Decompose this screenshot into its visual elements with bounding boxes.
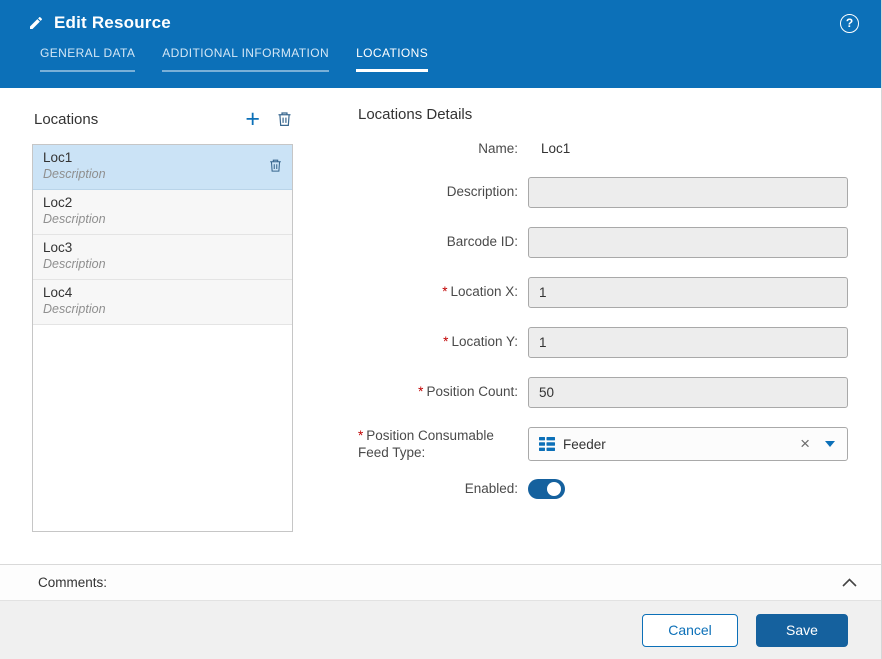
tab-general-data[interactable]: GENERAL DATA: [40, 46, 135, 72]
location-description: Description: [43, 212, 282, 226]
trash-icon: [276, 110, 293, 128]
location-description: Description: [43, 302, 282, 316]
locations-panel-title: Locations: [34, 111, 98, 128]
title-row: Edit Resource ?: [28, 13, 865, 33]
help-icon[interactable]: ?: [840, 14, 859, 33]
comments-bar: Comments:: [0, 564, 881, 600]
position-count-input[interactable]: [528, 377, 848, 408]
list-item-loc2[interactable]: Loc2 Description: [33, 190, 292, 235]
chevron-down-icon[interactable]: [825, 441, 835, 447]
location-y-input[interactable]: [528, 327, 848, 358]
label-text: Position Count:: [426, 384, 518, 399]
feeder-icon: [539, 437, 555, 451]
list-item-loc4[interactable]: Loc4 Description: [33, 280, 292, 325]
feed-type-value: Feeder: [563, 437, 792, 452]
name-label: Name:: [358, 140, 518, 158]
add-location-button[interactable]: +: [245, 109, 260, 129]
dialog-title: Edit Resource: [54, 13, 171, 33]
field-row-position-count: *Position Count:: [358, 377, 848, 408]
tab-additional-information[interactable]: ADDITIONAL INFORMATION: [162, 46, 329, 72]
enabled-toggle[interactable]: [528, 479, 565, 499]
delete-location-button[interactable]: [276, 110, 293, 128]
location-x-label: *Location X:: [358, 283, 518, 301]
details-panel: Locations Details Name: Loc1 Description…: [358, 102, 848, 564]
tab-locations[interactable]: LOCATIONS: [356, 46, 428, 72]
location-name: Loc4: [43, 285, 282, 300]
dialog-header: Edit Resource ? GENERAL DATA ADDITIONAL …: [0, 0, 881, 88]
barcode-label: Barcode ID:: [358, 233, 518, 251]
delete-selected-location-button[interactable]: [268, 157, 283, 174]
field-row-enabled: Enabled:: [358, 479, 848, 499]
label-text: Enabled:: [465, 481, 518, 496]
trash-icon: [268, 157, 283, 174]
locations-panel: Locations + Loc1 Description: [32, 102, 293, 564]
edit-resource-dialog: Edit Resource ? GENERAL DATA ADDITIONAL …: [0, 0, 882, 659]
field-row-description: Description:: [358, 177, 848, 208]
location-description: Description: [43, 257, 282, 271]
dialog-body: Locations + Loc1 Description: [0, 88, 881, 564]
location-y-label: *Location Y:: [358, 333, 518, 351]
description-input[interactable]: [528, 177, 848, 208]
feed-type-select[interactable]: Feeder ×: [528, 427, 848, 461]
label-text: Location Y:: [451, 334, 518, 349]
label-text: Location X:: [450, 284, 518, 299]
field-row-barcode: Barcode ID:: [358, 227, 848, 258]
location-x-input[interactable]: [528, 277, 848, 308]
toggle-knob: [547, 482, 561, 496]
dialog-footer: Cancel Save: [0, 600, 881, 659]
tab-bar: GENERAL DATA ADDITIONAL INFORMATION LOCA…: [40, 46, 865, 72]
comments-label: Comments:: [38, 575, 107, 590]
locations-list: Loc1 Description Loc2 Description Loc3 D…: [32, 144, 293, 532]
cancel-button[interactable]: Cancel: [642, 614, 738, 647]
plus-icon: +: [245, 105, 260, 133]
clear-icon[interactable]: ×: [800, 435, 817, 454]
pencil-icon: [28, 15, 44, 31]
list-item-loc1[interactable]: Loc1 Description: [33, 145, 292, 190]
location-description: Description: [43, 167, 282, 181]
required-asterisk: *: [418, 384, 423, 399]
required-asterisk: *: [358, 428, 363, 443]
locations-actions: +: [245, 109, 293, 129]
field-row-location-y: *Location Y:: [358, 327, 848, 358]
save-button[interactable]: Save: [756, 614, 848, 647]
required-asterisk: *: [442, 284, 447, 299]
feed-type-label: *Position Consumable Feed Type:: [358, 427, 518, 462]
label-text: Position Consumable Feed Type:: [358, 428, 494, 461]
location-name: Loc3: [43, 240, 282, 255]
label-text: Name:: [478, 141, 518, 156]
enabled-label: Enabled:: [358, 480, 518, 498]
locations-panel-header: Locations +: [34, 106, 293, 132]
details-title: Locations Details: [358, 106, 848, 123]
name-value: Loc1: [528, 141, 848, 156]
field-row-feed-type: *Position Consumable Feed Type: Feeder ×: [358, 427, 848, 462]
description-label: Description:: [358, 183, 518, 201]
chevron-up-icon[interactable]: [842, 578, 857, 587]
location-name: Loc2: [43, 195, 282, 210]
label-text: Description:: [447, 184, 518, 199]
position-count-label: *Position Count:: [358, 383, 518, 401]
required-asterisk: *: [443, 334, 448, 349]
field-row-location-x: *Location X:: [358, 277, 848, 308]
field-row-name: Name: Loc1: [358, 140, 848, 158]
label-text: Barcode ID:: [447, 234, 518, 249]
list-item-loc3[interactable]: Loc3 Description: [33, 235, 292, 280]
location-name: Loc1: [43, 150, 282, 165]
barcode-input[interactable]: [528, 227, 848, 258]
